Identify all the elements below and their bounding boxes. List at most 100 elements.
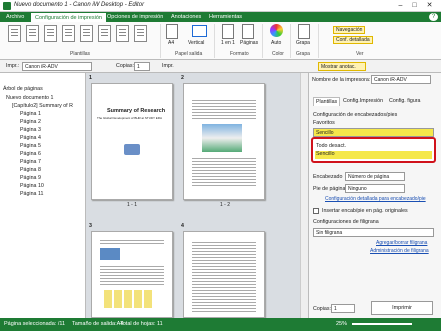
copies-input[interactable]: 1 — [134, 62, 150, 71]
orientation-icon — [192, 25, 207, 37]
preview-scrollbar[interactable] — [300, 73, 308, 318]
color-mode-button[interactable]: Auto — [271, 40, 281, 46]
staple-button[interactable]: Grapa — [296, 40, 310, 46]
zoom-level[interactable]: 25% — [336, 318, 347, 331]
print-toolbar: Impr.: Canon iR-ADV Copias: 1 Impr. Most… — [0, 60, 441, 73]
tree-page[interactable]: Página 6 — [20, 151, 41, 157]
app-icon — [3, 2, 11, 10]
maximize-button[interactable]: □ — [409, 1, 420, 11]
group-label-color: Color — [272, 51, 284, 57]
close-button[interactable]: ✕ — [424, 1, 435, 11]
tree-page[interactable]: Página 11 — [20, 191, 43, 197]
window-title: Nuevo documento 1 - Canon iW Desktop - E… — [14, 2, 145, 8]
printer-name-select[interactable]: Canon iR-ADV — [371, 75, 431, 84]
orientation-button[interactable]: Vertical — [188, 40, 204, 46]
page-preview-3[interactable] — [91, 231, 173, 318]
template-thumb-8[interactable] — [134, 25, 147, 42]
minimize-button[interactable]: – — [395, 1, 406, 11]
page-heading: Summary of Research — [107, 108, 166, 114]
layout-button[interactable]: 1 en 1 — [221, 40, 235, 46]
text-block — [100, 266, 164, 286]
favorites-dropdown: Todo desact. Sencillo — [311, 137, 436, 163]
page-preview-2[interactable] — [183, 83, 265, 200]
tab-anotaciones[interactable]: Anotaciones — [167, 12, 205, 22]
template-thumb-5[interactable] — [80, 25, 93, 42]
group-label-grapa: Grapa — [296, 51, 310, 57]
page-number: 4 — [181, 223, 184, 229]
page-number: 3 — [89, 223, 92, 229]
tab-config-impresion[interactable]: Config.Impresión — [341, 97, 385, 105]
tree-chapter[interactable]: [Capítulo2] Summary of R — [12, 103, 73, 109]
copies-label: Copias: — [313, 306, 331, 312]
dropdown-option-selected[interactable]: Sencillo — [315, 151, 432, 159]
tab-archivo[interactable]: Archivo — [2, 12, 28, 22]
insert-checkbox[interactable] — [313, 208, 319, 214]
tab-herramientas[interactable]: Herramientas — [205, 12, 246, 22]
detailed-config-button[interactable]: Conf. detallada — [333, 36, 373, 44]
tree-page[interactable]: Página 7 — [20, 159, 41, 165]
page-preview-4[interactable] — [183, 231, 265, 318]
navigation-button[interactable]: Navegación — [333, 26, 366, 34]
show-annotations-button[interactable]: Mostrar anotac. — [318, 62, 366, 71]
printer-label: Impr.: — [6, 63, 20, 69]
order-button[interactable]: Páginas — [240, 40, 258, 46]
text-block — [192, 100, 256, 120]
page-preview-1[interactable]: Summary of Research The Global Developme… — [91, 83, 173, 200]
tree-page[interactable]: Página 2 — [20, 119, 41, 125]
template-thumb-7[interactable] — [116, 25, 129, 42]
tree-page[interactable]: Página 4 — [20, 135, 41, 141]
template-thumb-2[interactable] — [26, 25, 39, 42]
print-button[interactable]: Imprimir — [371, 301, 433, 315]
tab-plantillas[interactable]: Plantillas — [313, 97, 341, 106]
printer-select[interactable]: Canon iR-ADV — [22, 62, 92, 71]
order-icon — [242, 24, 254, 39]
template-thumb-1[interactable] — [8, 25, 21, 42]
text-block — [100, 240, 164, 246]
watermark-select[interactable]: Sin filigrana — [313, 228, 434, 237]
tab-opciones-impresion[interactable]: Opciones de impresión — [103, 12, 167, 22]
add-watermark-link[interactable]: Agregar/borrar filigrana — [376, 240, 427, 246]
template-thumb-3[interactable] — [44, 25, 57, 42]
zoom-slider[interactable] — [352, 323, 412, 325]
paper-size-button[interactable]: A4 — [168, 40, 174, 46]
page-table — [104, 290, 154, 308]
settings-panel: Nombre de la impresora: Canon iR-ADV Pla… — [308, 73, 441, 318]
preview-area: 1 Summary of Research The Global Develop… — [86, 73, 308, 318]
group-label-plantillas: Plantillas — [70, 51, 91, 57]
header-select[interactable]: Número de página — [345, 172, 405, 181]
tab-configuracion-impresion[interactable]: Configuración de impresión — [30, 12, 107, 22]
page-tree-panel: Árbol de páginas Nuevo documento 1 [Capí… — [0, 73, 86, 318]
favorites-label: Favoritos — [313, 120, 335, 126]
page-image — [124, 144, 140, 155]
manage-watermark-link[interactable]: Administración de filigrana — [370, 248, 429, 254]
status-total-sheets: Total de hojas: 11 — [120, 321, 163, 327]
detail-settings-link[interactable]: Configuración detallada para encabezado/… — [325, 196, 426, 202]
print-quick-button[interactable]: Impr. — [162, 63, 174, 69]
page-photo — [202, 124, 242, 152]
dropdown-option[interactable]: Todo desact. — [316, 143, 346, 149]
template-thumb-4[interactable] — [62, 25, 75, 42]
tree-page[interactable]: Página 5 — [20, 143, 41, 149]
footer-select[interactable]: Ninguno — [345, 184, 405, 193]
tree-page[interactable]: Página 9 — [20, 175, 41, 181]
tab-config-figura[interactable]: Config. figura — [387, 97, 423, 105]
group-label-formato: Formato — [230, 51, 249, 57]
ribbon-tab-bar: Archivo Configuración de impresión Opcio… — [0, 12, 441, 22]
help-icon[interactable]: ? — [429, 13, 438, 21]
separator — [214, 24, 215, 58]
text-block — [192, 158, 256, 188]
page-subheading: The Global Development of BHR at STUDY E… — [97, 116, 162, 120]
tree-page[interactable]: Página 1 — [20, 111, 41, 117]
tree-page[interactable]: Página 10 — [20, 183, 44, 189]
tree-root[interactable]: Nuevo documento 1 — [6, 95, 53, 101]
header-label: Encabezado — [313, 174, 343, 180]
copies-input[interactable]: 1 — [331, 304, 355, 313]
page-caption: 1 - 1 — [127, 202, 138, 208]
status-paper-size: Tamaño de salida:A4 — [72, 321, 124, 327]
tree-page[interactable]: Página 8 — [20, 167, 41, 173]
page-number: 2 — [181, 75, 184, 81]
favorites-select[interactable]: Sencillo — [313, 128, 434, 137]
color-icon — [270, 24, 283, 37]
template-thumb-6[interactable] — [98, 25, 111, 42]
tree-page[interactable]: Página 3 — [20, 127, 41, 133]
